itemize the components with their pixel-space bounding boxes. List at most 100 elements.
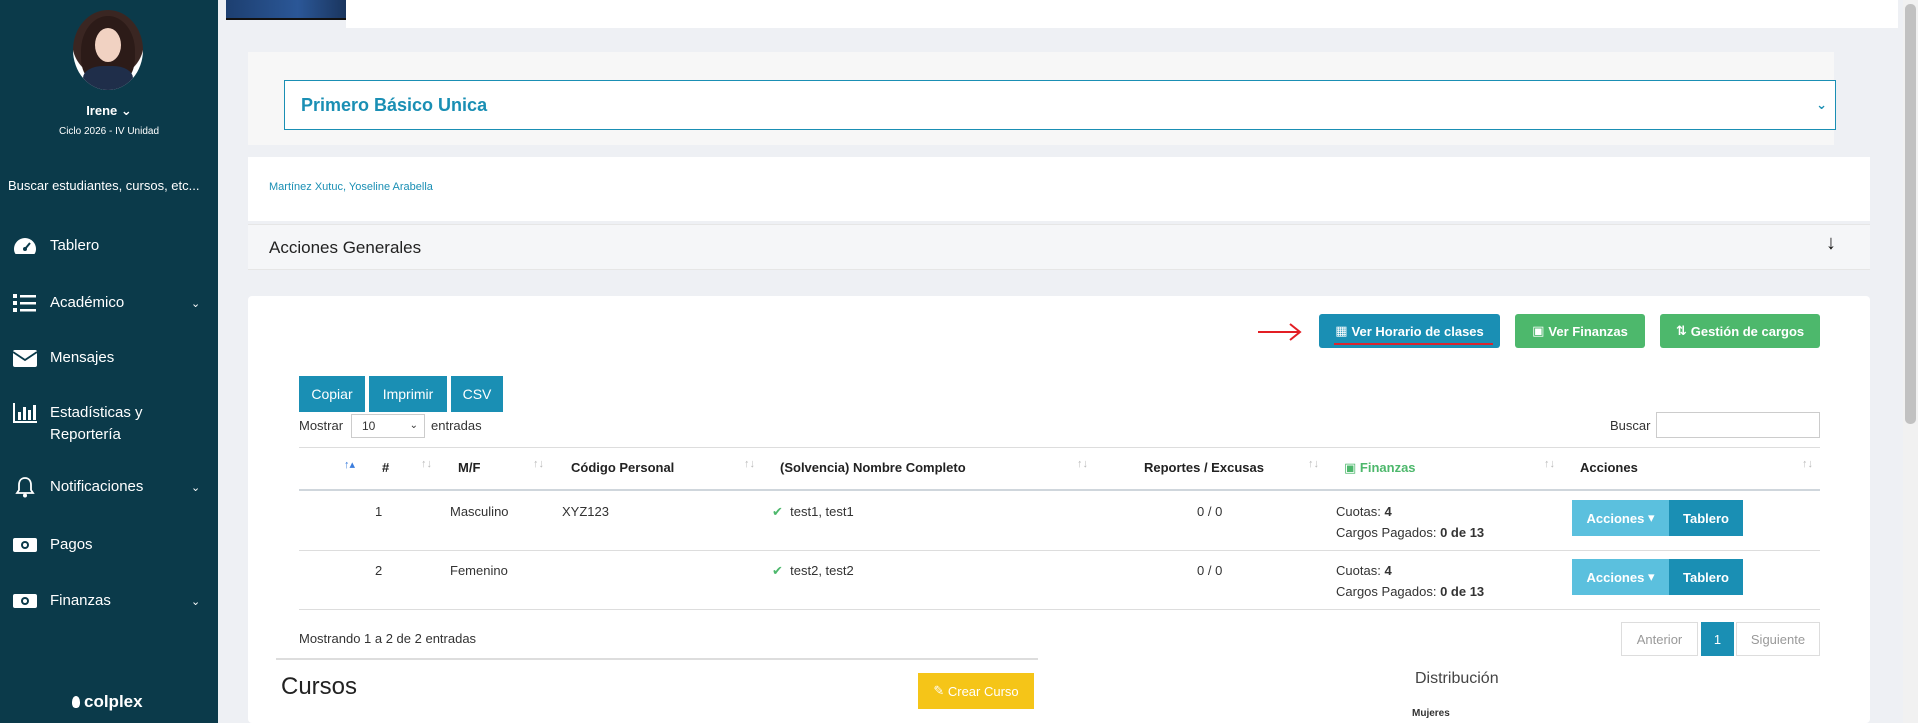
- cell-reports: 0 / 0: [1197, 504, 1223, 519]
- col-header-finanzas[interactable]: ▣ Finanzas: [1344, 460, 1416, 476]
- chevron-down-icon: ⌄: [191, 297, 201, 310]
- red-arrow-annotation: [1258, 323, 1302, 341]
- cell-cuotas: Cuotas: 4: [1336, 504, 1392, 519]
- top-bar: [346, 0, 1898, 28]
- cell-reports: 0 / 0: [1197, 563, 1223, 578]
- print-button[interactable]: Imprimir: [369, 376, 447, 412]
- sidebar-item-estadisticas[interactable]: Estadísticas y Reportería: [0, 400, 218, 446]
- row-dashboard-button[interactable]: Tablero: [1669, 559, 1743, 595]
- cell-name[interactable]: ✔ test1, test1: [772, 504, 854, 520]
- sort-icon[interactable]: ↑↓: [1544, 458, 1555, 470]
- bar-chart-icon: [13, 403, 37, 423]
- cell-paid: Cargos Pagados: 0 de 13: [1336, 525, 1485, 540]
- charges-button[interactable]: ⇅ Gestión de cargos: [1660, 314, 1820, 348]
- header-banner-image: [226, 0, 346, 20]
- chevron-down-icon: ⌄: [1816, 97, 1827, 112]
- cell-name[interactable]: ✔ test2, test2: [772, 563, 854, 579]
- table-top-border: [299, 447, 1820, 448]
- row-actions-dropdown[interactable]: Acciones ▾: [1572, 559, 1669, 595]
- col-header-name[interactable]: (Solvencia) Nombre Completo: [780, 460, 966, 475]
- money-icon: [13, 594, 37, 608]
- pencil-icon: ✎: [933, 683, 948, 698]
- sidebar-item-label: Estadísticas y: [50, 404, 143, 421]
- general-actions-header[interactable]: [248, 224, 1870, 270]
- sort-icon[interactable]: ↑↓: [1308, 458, 1319, 470]
- sidebar-item-pagos[interactable]: Pagos: [0, 525, 218, 565]
- page-size-label: Mostrar: [299, 418, 344, 433]
- table-info: Mostrando 1 a 2 de 2 entradas: [299, 631, 477, 646]
- finance-button[interactable]: ▣ Ver Finanzas: [1515, 314, 1645, 348]
- arrow-down-icon[interactable]: ↓: [1826, 232, 1836, 255]
- colplex-logo-icon: [72, 696, 80, 708]
- students-names-row: [248, 157, 1870, 221]
- sort-asc-icon[interactable]: ↑▴: [344, 458, 355, 471]
- sidebar-item-label: Notificaciones: [50, 478, 144, 495]
- global-search[interactable]: Buscar estudiantes, cursos, etc...: [8, 178, 199, 193]
- cycle-label: Ciclo 2026 - IV Unidad: [58, 126, 160, 137]
- sidebar-item-academico[interactable]: Académico ⌄: [0, 283, 218, 323]
- sidebar-item-mensajes[interactable]: Mensajes: [0, 338, 218, 378]
- user-name: Irene: [86, 103, 118, 118]
- calendar-icon: ▦: [1335, 323, 1348, 338]
- col-header-code[interactable]: Código Personal: [571, 460, 674, 475]
- chevron-down-icon: ⌄: [191, 595, 201, 608]
- scrollbar-thumb[interactable]: [1905, 4, 1916, 424]
- table-header-border: [299, 489, 1820, 491]
- money-icon: ▣: [1532, 323, 1545, 338]
- avatar[interactable]: [73, 10, 143, 90]
- sidebar-item-label-2: Reportería: [50, 426, 121, 443]
- sort-icon[interactable]: ↑↓: [421, 458, 432, 470]
- dashboard-icon: [14, 238, 36, 254]
- row-dashboard-button[interactable]: Tablero: [1669, 500, 1743, 536]
- money-icon: [13, 538, 37, 552]
- row-actions-dropdown[interactable]: Acciones ▾: [1572, 500, 1669, 536]
- red-underline-annotation: [1334, 343, 1493, 345]
- sort-icon[interactable]: ↑↓: [1802, 458, 1813, 470]
- chevron-down-icon: ⌄: [409, 420, 418, 431]
- sidebar: Irene ⌄ Ciclo 2026 - IV Unidad Buscar es…: [0, 0, 218, 723]
- general-actions-title: Acciones Generales: [269, 238, 422, 257]
- sidebar-item-notificaciones[interactable]: Notificaciones ⌄: [0, 467, 218, 507]
- col-header-num[interactable]: #: [382, 460, 389, 475]
- cell-num: 2: [375, 563, 383, 578]
- sidebar-item-tablero[interactable]: Tablero: [0, 226, 218, 266]
- sort-icon[interactable]: ↑↓: [744, 458, 755, 470]
- create-course-button[interactable]: ✎ Crear Curso: [918, 673, 1034, 709]
- sidebar-item-finanzas[interactable]: Finanzas ⌄: [0, 581, 218, 621]
- pagination-next[interactable]: Siguiente: [1736, 622, 1820, 656]
- sidebar-item-label: Tablero: [50, 237, 100, 254]
- chevron-down-icon: ⌄: [191, 481, 201, 494]
- cell-gender: Femenino: [450, 563, 508, 578]
- page-size-select[interactable]: 10 ⌄: [351, 414, 425, 438]
- row-divider: [299, 550, 1820, 551]
- sidebar-item-label: Académico: [50, 294, 125, 311]
- distribution-title: Distribución: [1415, 670, 1499, 687]
- sort-arrows-icon: ⇅: [1675, 323, 1687, 338]
- caret-down-icon: ▾: [1647, 510, 1655, 525]
- sort-icon[interactable]: ↑↓: [533, 458, 544, 470]
- search-input[interactable]: [1656, 412, 1820, 438]
- search-label: Buscar: [1610, 418, 1651, 433]
- pagination-prev[interactable]: Anterior: [1621, 622, 1698, 656]
- check-icon: ✔: [772, 504, 783, 519]
- course-select[interactable]: Primero Básico Unica ⌄: [284, 80, 1836, 130]
- brand-logo[interactable]: colplex: [72, 692, 143, 712]
- row-divider: [299, 609, 1820, 610]
- col-header-gender[interactable]: M/F: [458, 460, 480, 475]
- pagination-page[interactable]: 1: [1701, 622, 1734, 656]
- sort-icon[interactable]: ↑↓: [1077, 458, 1088, 470]
- student-name-link[interactable]: Martínez Xutuc, Yoseline Arabella: [269, 181, 433, 193]
- caret-down-icon: ▾: [1647, 569, 1655, 584]
- chevron-down-icon: ⌄: [120, 103, 132, 118]
- cell-code: XYZ123: [562, 504, 609, 519]
- envelope-icon: [12, 350, 38, 367]
- cursos-title: Cursos: [281, 673, 358, 700]
- entries-label: entradas: [431, 418, 482, 433]
- copy-button[interactable]: Copiar: [299, 376, 365, 412]
- csv-button[interactable]: CSV: [451, 376, 503, 412]
- user-menu[interactable]: Irene ⌄: [0, 103, 218, 119]
- col-header-actions[interactable]: Acciones: [1580, 460, 1638, 475]
- sidebar-item-label: Finanzas: [50, 592, 111, 609]
- cell-num: 1: [375, 504, 383, 519]
- col-header-reports[interactable]: Reportes / Excusas: [1144, 460, 1264, 475]
